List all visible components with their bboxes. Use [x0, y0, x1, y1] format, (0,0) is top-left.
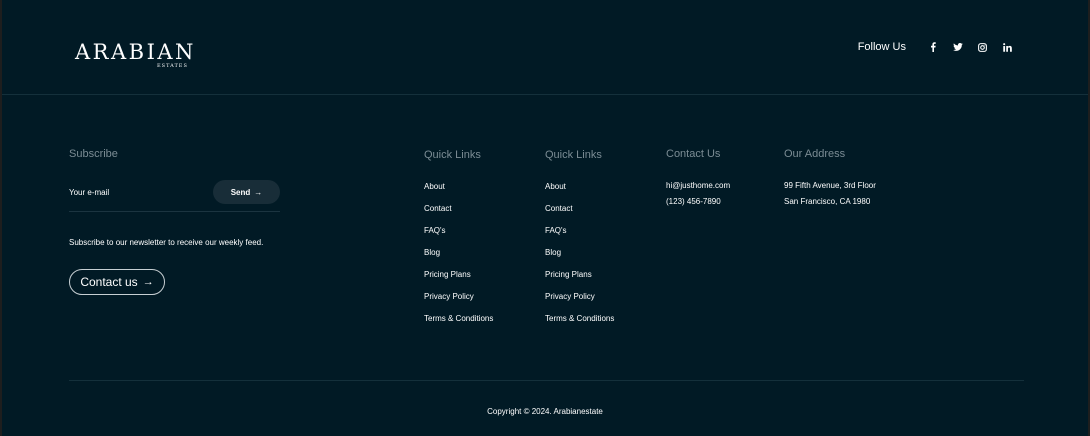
address-heading: Our Address — [784, 148, 846, 160]
logo-wordmark: ARABIAN — [75, 40, 196, 64]
twitter-icon[interactable] — [945, 39, 970, 55]
send-button-label: Send — [230, 187, 251, 197]
quick-link-about[interactable]: About — [545, 182, 614, 204]
quick-links-list: About Contact FAQ's Blog Pricing Plans P… — [545, 182, 614, 336]
contact-us-button[interactable]: Contact us → — [69, 269, 165, 295]
subscribe-heading: Subscribe — [69, 148, 118, 160]
follow-us: Follow Us — [858, 39, 1020, 55]
linkedin-icon[interactable] — [995, 39, 1020, 55]
address-line-1: 99 Fifth Avenue, 3rd Floor — [784, 181, 876, 190]
divider — [69, 380, 1024, 381]
quick-links-heading: Quick Links — [545, 149, 602, 161]
quick-link-contact[interactable]: Contact — [424, 204, 493, 226]
quick-link-pricing-plans[interactable]: Pricing Plans — [545, 270, 614, 292]
follow-us-label: Follow Us — [857, 41, 906, 53]
facebook-icon[interactable] — [920, 39, 945, 55]
arrow-right-icon: → — [142, 276, 154, 288]
quick-links-heading: Quick Links — [424, 149, 481, 161]
quick-link-blog[interactable]: Blog — [545, 248, 614, 270]
quick-link-contact[interactable]: Contact — [545, 204, 614, 226]
quick-link-about[interactable]: About — [424, 182, 493, 204]
contact-us-heading: Contact Us — [666, 148, 721, 160]
logo[interactable]: ARABIAN ESTATES — [75, 40, 196, 69]
newsletter-description: Subscribe to our newsletter to receive o… — [69, 238, 264, 247]
contact-us-label: Contact us — [80, 275, 138, 289]
address-line-2: San Francisco, CA 1980 — [784, 197, 871, 206]
contact-phone[interactable]: (123) 456-7890 — [666, 197, 721, 206]
quick-link-faqs[interactable]: FAQ's — [545, 226, 614, 248]
arrow-right-icon: → — [254, 187, 263, 197]
quick-link-terms[interactable]: Terms & Conditions — [424, 314, 493, 336]
quick-link-blog[interactable]: Blog — [424, 248, 493, 270]
copyright-text: Copyright © 2024. Arabianestate — [487, 407, 603, 416]
footer-page: ARABIAN ESTATES Follow Us Subscribe Send… — [2, 0, 1088, 436]
quick-link-pricing-plans[interactable]: Pricing Plans — [424, 270, 493, 292]
quick-link-privacy-policy[interactable]: Privacy Policy — [424, 292, 493, 314]
quick-link-terms[interactable]: Terms & Conditions — [545, 314, 614, 336]
quick-link-faqs[interactable]: FAQ's — [424, 226, 493, 248]
subscribe-form: Send → — [69, 180, 280, 212]
instagram-icon[interactable] — [970, 39, 995, 55]
footer-top-bar: ARABIAN ESTATES Follow Us — [2, 0, 1088, 95]
email-input[interactable] — [69, 180, 209, 204]
send-button[interactable]: Send → — [213, 180, 280, 204]
quick-link-privacy-policy[interactable]: Privacy Policy — [545, 292, 614, 314]
quick-links-list: About Contact FAQ's Blog Pricing Plans P… — [424, 182, 493, 336]
contact-email[interactable]: hi@justhome.com — [666, 181, 730, 190]
logo-subtitle: ESTATES — [157, 63, 188, 69]
